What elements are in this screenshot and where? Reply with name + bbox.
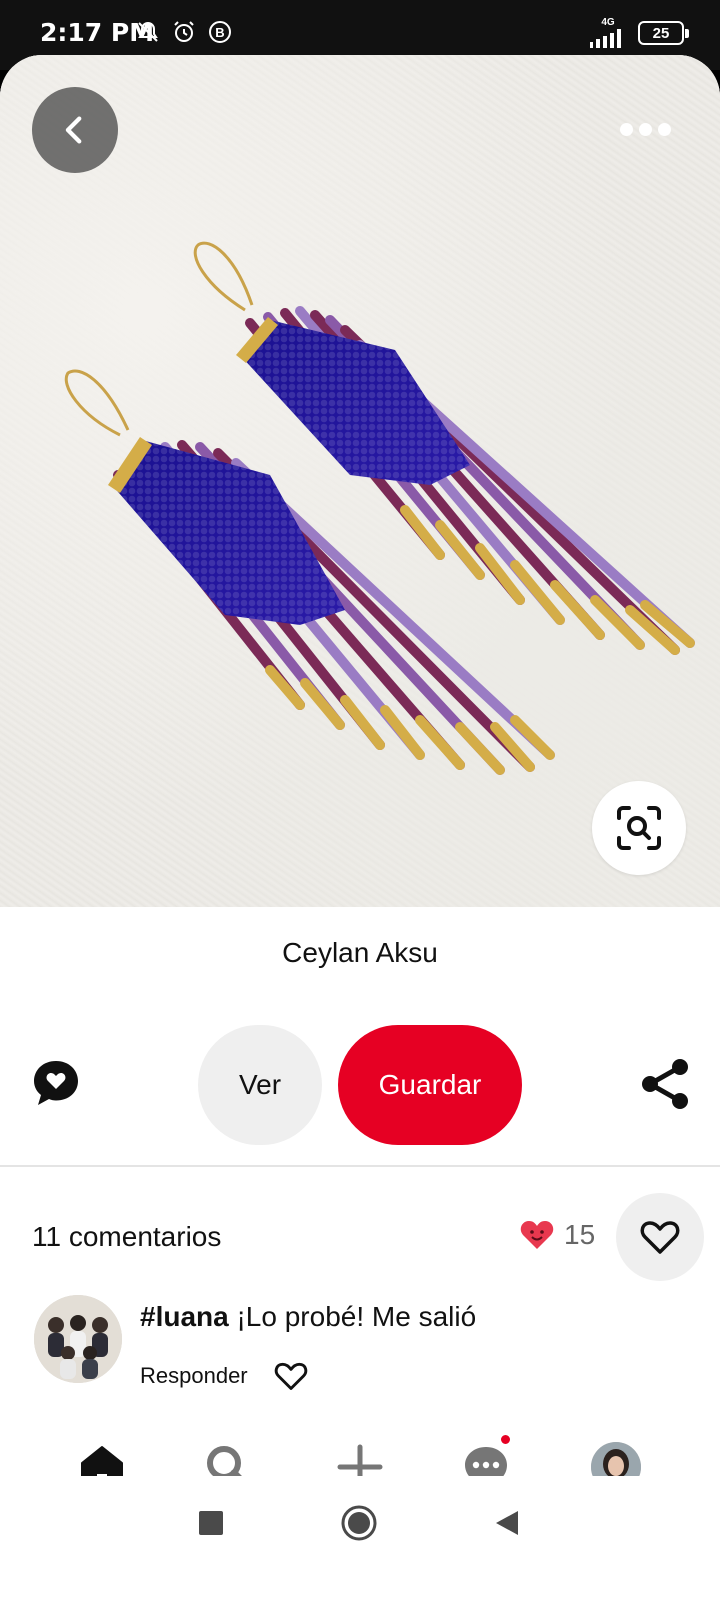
comment-avatar[interactable] bbox=[34, 1295, 122, 1383]
status-icons-left: B bbox=[136, 20, 232, 44]
mute-notifications-icon bbox=[138, 21, 158, 42]
reaction-count: 15 bbox=[564, 1219, 596, 1250]
comment-item: #luana ¡Lo probé! Me salió Responder bbox=[0, 1295, 720, 1405]
comment-like-icon[interactable] bbox=[274, 1361, 308, 1391]
notification-dot bbox=[499, 1433, 512, 1446]
react-button[interactable] bbox=[616, 1193, 704, 1281]
more-icon bbox=[619, 122, 633, 136]
comment-text: ¡Lo probé! Me salió bbox=[236, 1301, 477, 1332]
heart-face-icon bbox=[520, 1221, 554, 1249]
status-icons-right: 4G 25 bbox=[588, 18, 689, 48]
network-label: 4G bbox=[601, 17, 615, 28]
b-badge-icon: B bbox=[209, 21, 231, 43]
share-button[interactable] bbox=[638, 1057, 692, 1111]
visual-search-icon bbox=[617, 806, 661, 850]
heart-icon bbox=[640, 1221, 680, 1254]
earrings-illustration bbox=[64, 241, 695, 775]
network-indicator: 4G bbox=[588, 18, 628, 48]
recents-icon[interactable] bbox=[196, 1508, 226, 1538]
battery-indicator: 25 bbox=[638, 21, 689, 45]
more-options-button[interactable] bbox=[610, 107, 680, 151]
avatar-photo bbox=[34, 1295, 122, 1383]
reaction-summary[interactable]: 15 bbox=[520, 1219, 595, 1251]
comment-username[interactable]: #luana bbox=[140, 1301, 229, 1332]
section-divider bbox=[0, 1165, 720, 1167]
back-triangle-icon[interactable] bbox=[492, 1508, 522, 1538]
signal-icon bbox=[590, 29, 621, 48]
reply-button[interactable]: Responder bbox=[140, 1363, 248, 1389]
comment-icon bbox=[34, 1061, 78, 1105]
alarm-icon bbox=[174, 21, 194, 42]
home-circle-icon[interactable] bbox=[340, 1504, 378, 1542]
save-button[interactable]: Guardar bbox=[338, 1025, 522, 1145]
back-icon bbox=[65, 116, 82, 144]
pin-action-row: Ver Guardar bbox=[0, 1025, 720, 1155]
comments-count[interactable]: 11 comentarios bbox=[32, 1221, 221, 1253]
back-button[interactable] bbox=[32, 87, 118, 173]
system-navigation-bar bbox=[0, 1476, 720, 1600]
more-icon-dot bbox=[638, 122, 652, 136]
more-icon-dot bbox=[657, 122, 671, 136]
svg-text:B: B bbox=[215, 25, 224, 40]
pin-detail-screen: Ceylan Aksu Ver Guardar 11 comentarios 1… bbox=[0, 55, 720, 1600]
visual-search-button[interactable] bbox=[592, 781, 686, 875]
comments-header: 11 comentarios 15 bbox=[0, 1193, 720, 1289]
view-button[interactable]: Ver bbox=[198, 1025, 322, 1145]
comment-body: #luana ¡Lo probé! Me salió bbox=[140, 1301, 476, 1333]
pin-author-name[interactable]: Ceylan Aksu bbox=[0, 937, 720, 969]
pin-image[interactable] bbox=[0, 55, 720, 907]
comment-button[interactable] bbox=[30, 1057, 82, 1109]
comment-actions: Responder bbox=[140, 1361, 308, 1391]
share-icon bbox=[642, 1059, 688, 1109]
battery-level: 25 bbox=[652, 24, 670, 42]
